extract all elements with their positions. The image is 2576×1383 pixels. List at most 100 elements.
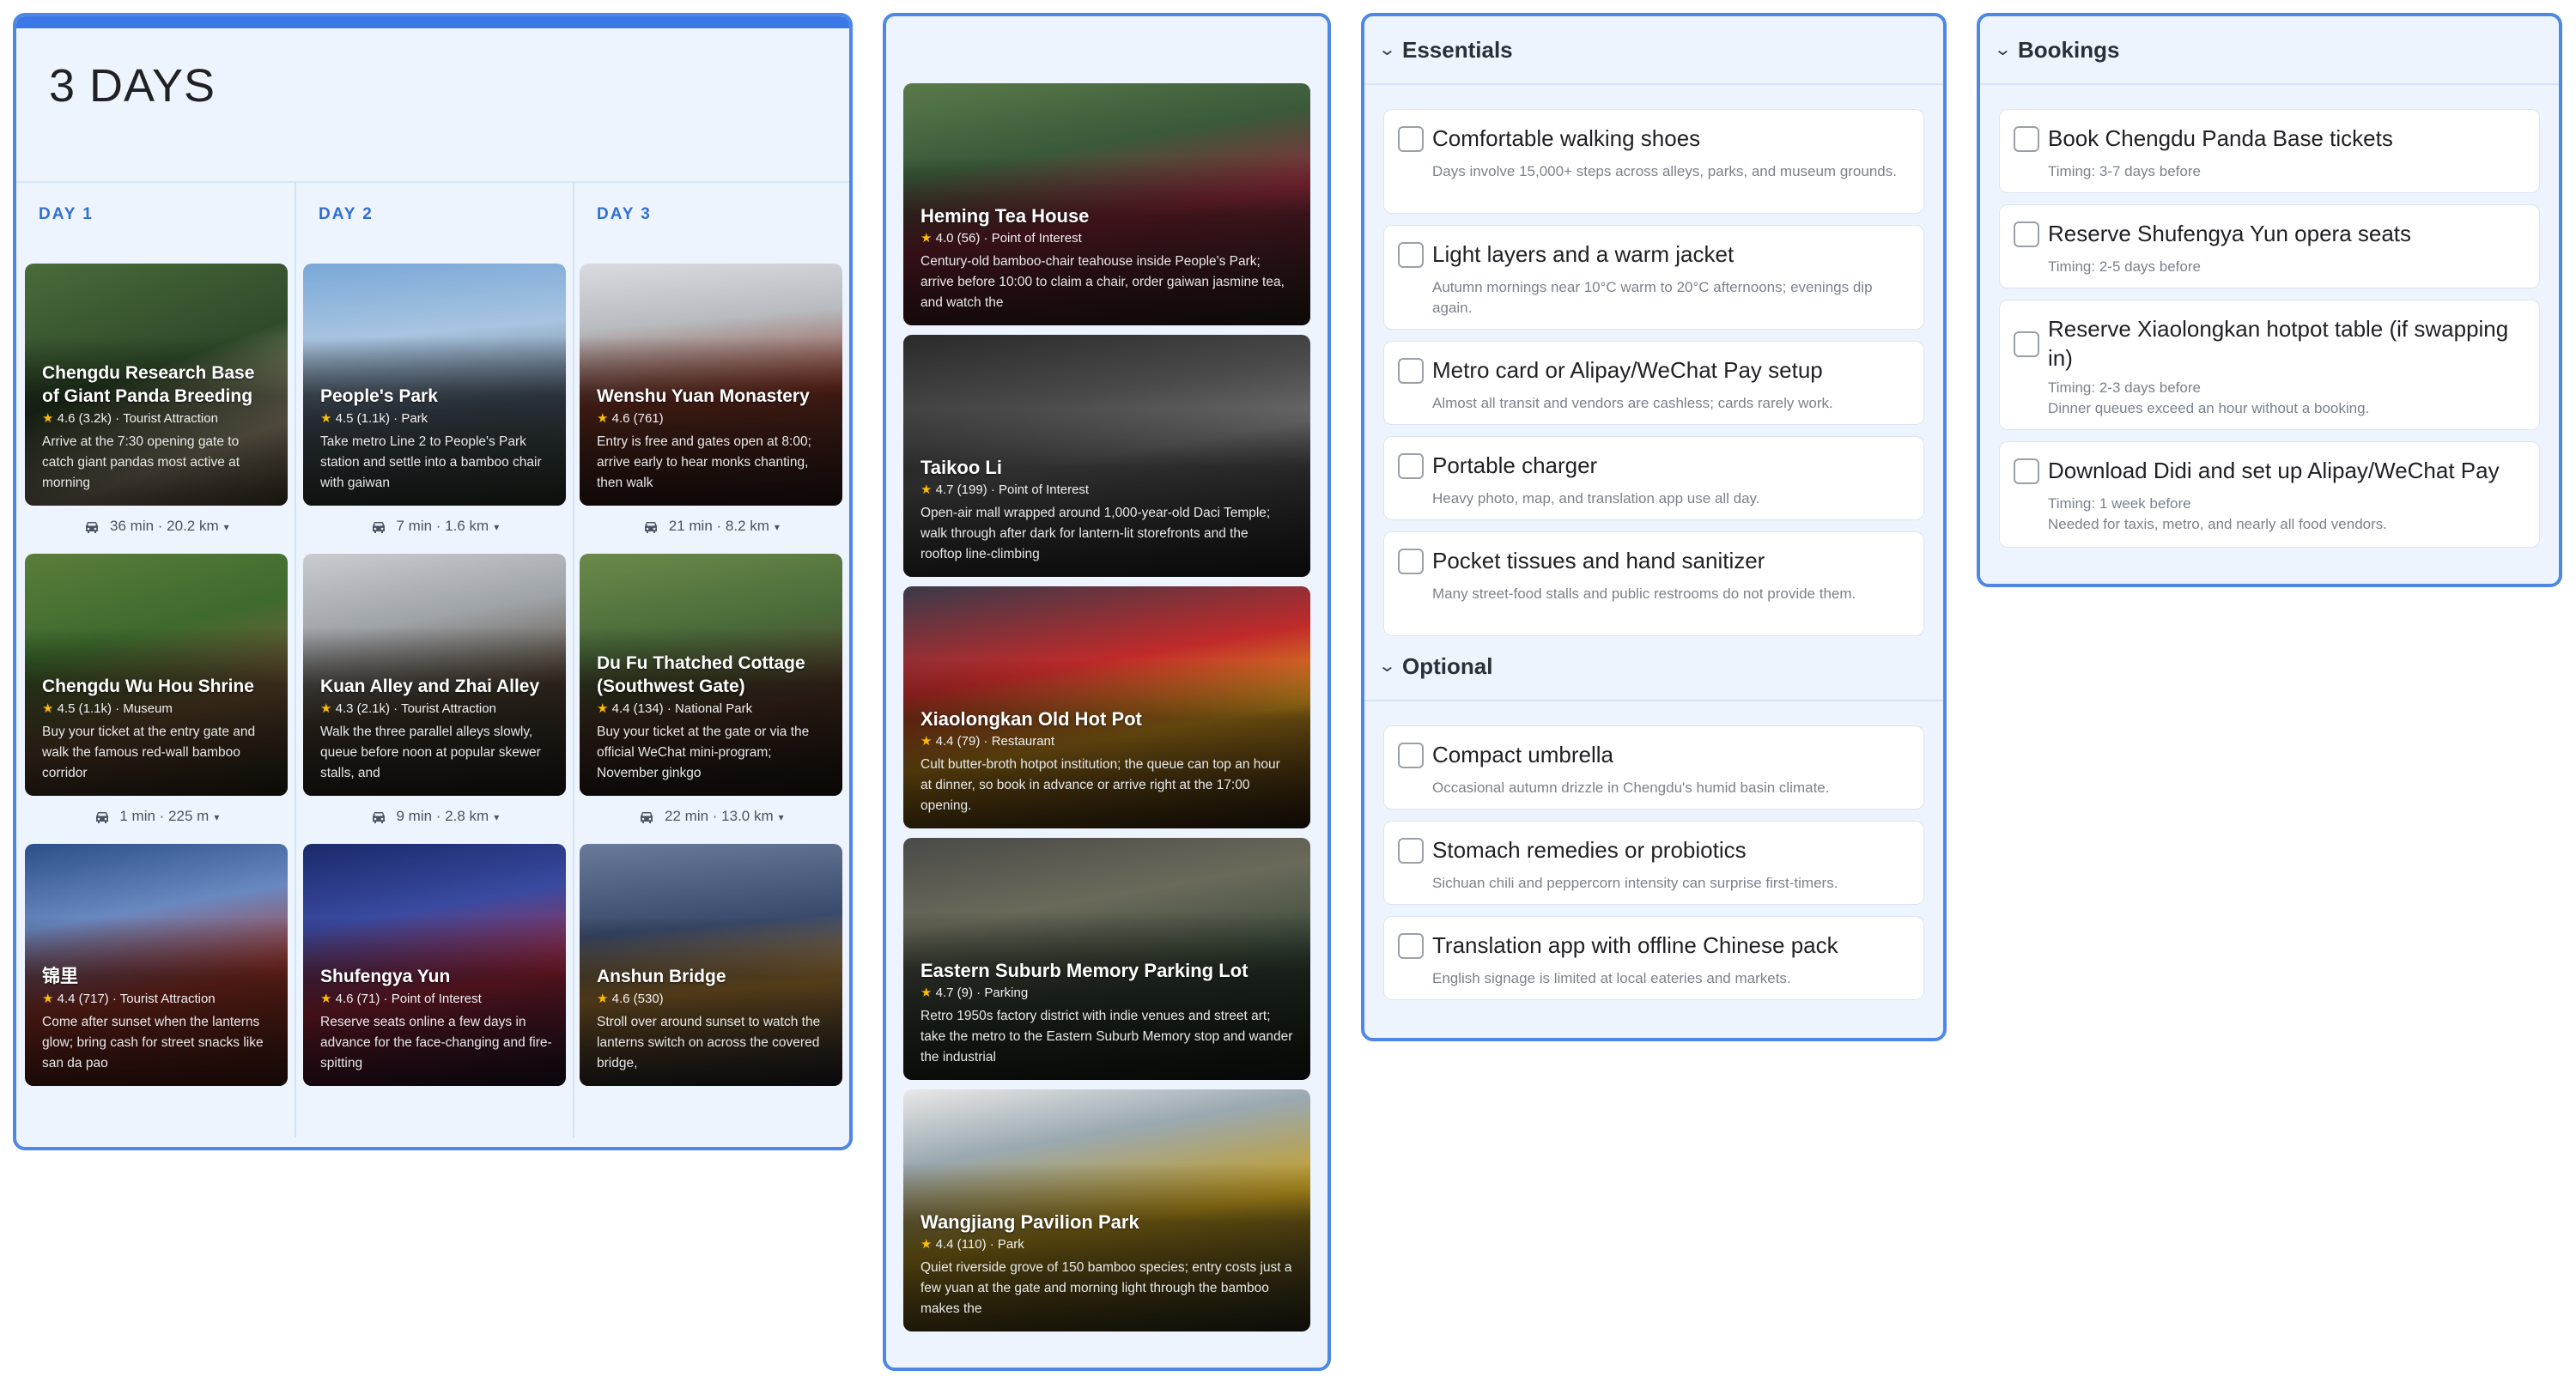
place-meta: ★ 4.5 (1.1k) · Museum <box>42 701 173 716</box>
item-note: Needed for taxis, metro, and nearly all … <box>2048 516 2387 532</box>
booking-item[interactable]: Reserve Shufengya Yun opera seats Timing… <box>1999 204 2540 288</box>
car-icon <box>86 521 99 533</box>
place-card-xiaolongkan[interactable]: Xiaolongkan Old Hot Pot ★ 4.4 (79) · Res… <box>903 586 1310 828</box>
item-title: Comfortable walking shoes <box>1432 125 1701 151</box>
chevron-down-icon: ⌄ <box>1993 40 2013 59</box>
car-icon <box>372 521 385 533</box>
checkbox[interactable] <box>1398 743 1424 768</box>
place-name: Anshun Bridge <box>597 967 726 986</box>
section-header-essentials[interactable]: ⌄ Essentials <box>1364 16 1943 85</box>
place-card-jinli[interactable]: 锦里 ★ 4.4 (717) · Tourist Attraction Come… <box>25 844 288 1086</box>
item-title: Translation app with offline Chinese pac… <box>1432 932 1838 958</box>
place-description: Entry is free and gates open at 8:00; ar… <box>597 434 811 490</box>
item-title: Compact umbrella <box>1432 742 1613 767</box>
chevron-down-icon: ⌄ <box>1377 657 1397 676</box>
checklist-item[interactable]: Portable charger Heavy photo, map, and t… <box>1383 436 1924 520</box>
place-name: Wenshu Yuan Monastery <box>597 386 810 406</box>
place-meta: ★ 4.4 (717) · Tourist Attraction <box>42 992 216 1006</box>
item-title: Book Chengdu Panda Base tickets <box>2048 125 2393 151</box>
checklist-item[interactable]: Pocket tissues and hand sanitizer Many s… <box>1383 531 1924 636</box>
place-name: People's Park <box>320 386 438 406</box>
place-card-eastern-suburb-memory[interactable]: Eastern Suburb Memory Parking Lot ★ 4.7 … <box>903 838 1310 1080</box>
place-meta: ★ 4.3 (2.1k) · Tourist Attraction <box>320 701 496 716</box>
car-icon <box>645 521 658 533</box>
checkbox[interactable] <box>1398 933 1424 959</box>
transit-segment[interactable]: 1 min · 225 m ▾ <box>25 808 288 825</box>
item-subtitle: Many street-food stalls and public restr… <box>1432 585 1856 602</box>
place-card-wenshu-monastery[interactable]: Wenshu Yuan Monastery ★ 4.6 (761) Entry … <box>580 264 842 506</box>
place-card-panda-base[interactable]: Chengdu Research Base of Giant Panda Bre… <box>25 264 288 506</box>
checkbox[interactable] <box>1398 358 1424 384</box>
place-description: Arrive at the 7:30 opening gate to catch… <box>42 434 240 490</box>
place-description: Open-air mall wrapped around 1,000-year-… <box>920 506 1271 561</box>
place-meta: ★ 4.4 (110) · Park <box>920 1237 1024 1252</box>
checkbox[interactable] <box>1398 549 1424 574</box>
place-card-taikoo-li[interactable]: Taikoo Li ★ 4.7 (199) · Point of Interes… <box>903 335 1310 577</box>
transit-segment[interactable]: 36 min · 20.2 km ▾ <box>25 518 288 535</box>
item-timing: Timing: 2-5 days before <box>2048 258 2201 275</box>
car-icon <box>641 811 653 823</box>
checkbox[interactable] <box>1398 126 1424 152</box>
place-card-shufengya-yun[interactable]: Shufengya Yun ★ 4.6 (71) · Point of Inte… <box>303 844 566 1086</box>
place-name: Du Fu Thatched Cottage (Southwest Gate) <box>597 653 805 696</box>
day-label[interactable]: DAY 1 <box>39 205 94 224</box>
item-timing: Timing: 3-7 days before <box>2048 163 2201 179</box>
checkbox[interactable] <box>1398 242 1424 268</box>
place-meta: ★ 4.7 (199) · Point of Interest <box>920 482 1090 497</box>
day-label[interactable]: DAY 3 <box>597 205 652 224</box>
transit-segment[interactable]: 21 min · 8.2 km ▾ <box>580 518 842 535</box>
transit-segment[interactable]: 7 min · 1.6 km ▾ <box>303 518 566 535</box>
transit-segment[interactable]: 22 min · 13.0 km ▾ <box>580 808 842 825</box>
item-timing: Timing: 1 week before <box>2048 495 2191 512</box>
checkbox[interactable] <box>2014 331 2039 357</box>
checkbox[interactable] <box>1398 453 1424 479</box>
place-description: Take metro Line 2 to People's Park stati… <box>320 434 542 490</box>
checkbox[interactable] <box>2014 458 2039 484</box>
place-card-heming-tea-house[interactable]: Heming Tea House ★ 4.0 (56) · Point of I… <box>903 83 1310 325</box>
place-name: Heming Tea House <box>920 205 1090 227</box>
place-name: Kuan Alley and Zhai Alley <box>320 676 540 696</box>
checkbox[interactable] <box>1398 838 1424 864</box>
checklist-item[interactable]: Translation app with offline Chinese pac… <box>1383 916 1924 1000</box>
star-icon: ★ <box>320 701 332 716</box>
star-icon: ★ <box>920 231 933 246</box>
place-card-peoples-park[interactable]: People's Park ★ 4.5 (1.1k) · Park Take m… <box>303 264 566 506</box>
checkbox[interactable] <box>2014 126 2039 152</box>
checklist-item[interactable]: Stomach remedies or probiotics Sichuan c… <box>1383 821 1924 905</box>
place-name: Taikoo Li <box>920 457 1002 478</box>
booking-item[interactable]: Download Didi and set up Alipay/WeChat P… <box>1999 441 2540 548</box>
checklist-item[interactable]: Metro card or Alipay/WeChat Pay setup Al… <box>1383 341 1924 425</box>
checklist-item[interactable]: Comfortable walking shoes Days involve 1… <box>1383 109 1924 214</box>
checklist-item[interactable]: Light layers and a warm jacket Autumn mo… <box>1383 225 1924 330</box>
place-meta: ★ 4.0 (56) · Point of Interest <box>920 231 1082 246</box>
place-card-wu-hou-shrine[interactable]: Chengdu Wu Hou Shrine ★ 4.5 (1.1k) · Mus… <box>25 554 288 796</box>
item-title: Light layers and a warm jacket <box>1432 241 1735 267</box>
section-title: Bookings <box>2018 37 2120 63</box>
item-title: Pocket tissues and hand sanitizer <box>1432 548 1765 573</box>
place-description: Quiet riverside grove of 150 bamboo spec… <box>920 1260 1292 1316</box>
chevron-down-icon: ▾ <box>223 521 229 533</box>
place-card-anshun-bridge[interactable]: Anshun Bridge ★ 4.6 (530) Stroll over ar… <box>580 844 842 1086</box>
section-header-bookings[interactable]: ⌄ Bookings <box>1980 16 2559 85</box>
place-card-kuan-zhai-alley[interactable]: Kuan Alley and Zhai Alley ★ 4.3 (2.1k) ·… <box>303 554 566 796</box>
checkbox[interactable] <box>2014 221 2039 247</box>
section-header-optional[interactable]: ⌄ Optional <box>1364 633 1943 701</box>
section-title: Essentials <box>1402 37 1513 63</box>
place-name: 锦里 <box>42 967 78 986</box>
place-name: Eastern Suburb Memory Parking Lot <box>920 960 1249 981</box>
star-icon: ★ <box>42 992 54 1006</box>
place-card-du-fu-cottage[interactable]: Du Fu Thatched Cottage (Southwest Gate) … <box>580 554 842 796</box>
item-subtitle: Occasional autumn drizzle in Chengdu's h… <box>1432 779 1830 796</box>
booking-item[interactable]: Book Chengdu Panda Base tickets Timing: … <box>1999 109 2540 193</box>
place-description: Cult butter-broth hotpot institution; th… <box>920 757 1280 813</box>
star-icon: ★ <box>320 411 332 426</box>
place-description: Buy your ticket at the gate or via the o… <box>597 725 810 780</box>
booking-item[interactable]: Reserve Xiaolongkan hotpot table (if swa… <box>1999 300 2540 430</box>
itinerary-days-panel: 3 DAYS DAY 1 Chengdu Research Base of Gi… <box>13 13 853 1150</box>
checklist-item[interactable]: Compact umbrella Occasional autumn drizz… <box>1383 725 1924 810</box>
place-card-wangjiang-pavilion[interactable]: Wangjiang Pavilion Park ★ 4.4 (110) · Pa… <box>903 1089 1310 1331</box>
extra-places-panel: Heming Tea House ★ 4.0 (56) · Point of I… <box>883 13 1331 1371</box>
item-subtitle: Sichuan chili and peppercorn intensity c… <box>1432 875 1838 891</box>
day-label[interactable]: DAY 2 <box>319 205 374 224</box>
transit-segment[interactable]: 9 min · 2.8 km ▾ <box>303 808 566 825</box>
